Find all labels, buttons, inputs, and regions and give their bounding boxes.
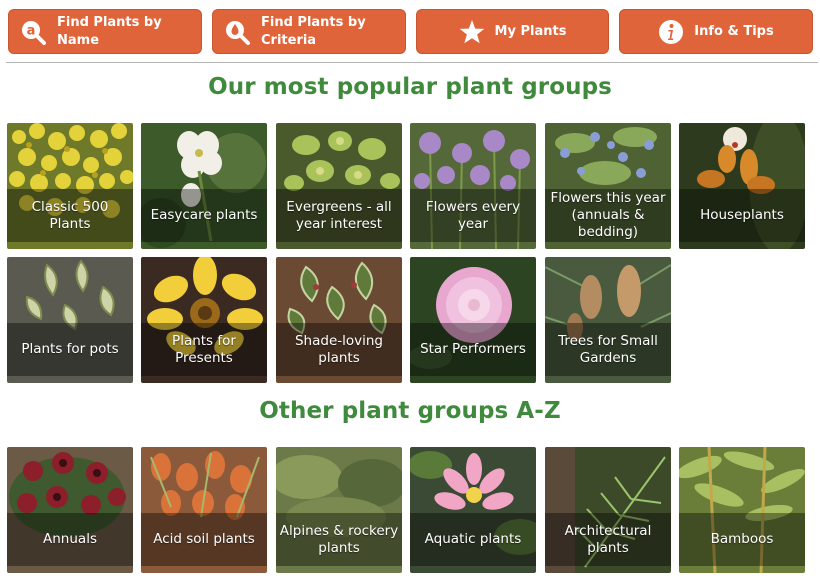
tile-classic-500-plants[interactable]: Classic 500 Plants bbox=[7, 123, 133, 249]
tile-label: Architectural plants bbox=[564, 522, 652, 556]
tile-label-band: Architectural plants bbox=[545, 513, 671, 566]
other-groups-heading: Other plant groups A-Z bbox=[259, 398, 561, 424]
tile-label: Houseplants bbox=[700, 207, 784, 223]
tile-architectural-plants[interactable]: Architectural plants bbox=[545, 447, 671, 573]
tile-trees-for-small-gardens[interactable]: Trees for Small Gardens bbox=[545, 257, 671, 383]
popular-groups-heading: Our most popular plant groups bbox=[208, 74, 612, 100]
find-plants-by-criteria-button[interactable]: Find Plants by Criteria bbox=[212, 9, 406, 54]
tile-label: Star Performers bbox=[420, 341, 526, 357]
tile-label-band: Trees for Small Gardens bbox=[545, 323, 671, 376]
tile-label-band: Houseplants bbox=[679, 189, 805, 242]
tile-flowers-every-year[interactable]: Flowers every year bbox=[410, 123, 536, 249]
my-plants-label: My Plants bbox=[494, 23, 567, 39]
tile-label-band: Easycare plants bbox=[141, 189, 267, 242]
find-plants-by-name-button[interactable]: a Find Plants by Name bbox=[8, 9, 202, 54]
tile-label-band: Acid soil plants bbox=[141, 513, 267, 566]
my-plants-button[interactable]: My Plants bbox=[416, 9, 609, 54]
find-plants-by-name-label: Find Plants by Name bbox=[57, 14, 162, 48]
tile-label-band: Aquatic plants bbox=[410, 513, 536, 566]
tile-bamboos[interactable]: Bamboos bbox=[679, 447, 805, 573]
tile-label: Annuals bbox=[43, 531, 97, 547]
top-nav: a Find Plants by Name Find Plants by Cri… bbox=[0, 0, 820, 62]
tile-easycare-plants[interactable]: Easycare plants bbox=[141, 123, 267, 249]
star-icon bbox=[459, 19, 485, 45]
tile-alpines-rockery-plants[interactable]: Alpines & rockery plants bbox=[276, 447, 402, 573]
divider bbox=[6, 62, 818, 63]
tile-label-band: Bamboos bbox=[679, 513, 805, 566]
tile-label-band: Classic 500 Plants bbox=[7, 189, 133, 242]
svg-text:a: a bbox=[27, 23, 36, 38]
tile-label: Classic 500 Plants bbox=[31, 198, 109, 232]
tile-label: Aquatic plants bbox=[424, 531, 522, 547]
tile-label: Trees for Small Gardens bbox=[558, 332, 658, 366]
tile-label-band: Star Performers bbox=[410, 323, 536, 376]
tile-acid-soil-plants[interactable]: Acid soil plants bbox=[141, 447, 267, 573]
tile-label-band: Shade-loving plants bbox=[276, 323, 402, 376]
tile-label: Easycare plants bbox=[150, 207, 258, 223]
tile-shade-loving-plants[interactable]: Shade-loving plants bbox=[276, 257, 402, 383]
tile-label-band: Annuals bbox=[7, 513, 133, 566]
tile-label-band: Plants for pots bbox=[7, 323, 133, 376]
info-icon bbox=[658, 19, 684, 45]
tile-plants-for-pots[interactable]: Plants for pots bbox=[7, 257, 133, 383]
tile-plants-for-presents[interactable]: Plants for Presents bbox=[141, 257, 267, 383]
info-tips-label: Info & Tips bbox=[694, 23, 774, 39]
info-tips-button[interactable]: Info & Tips bbox=[619, 9, 813, 54]
tile-evergreens[interactable]: Evergreens - all year interest bbox=[276, 123, 402, 249]
tile-aquatic-plants[interactable]: Aquatic plants bbox=[410, 447, 536, 573]
find-plants-by-criteria-label: Find Plants by Criteria bbox=[261, 14, 366, 48]
tile-flowers-this-year[interactable]: Flowers this year (annuals & bedding) bbox=[545, 123, 671, 249]
tile-label-band: Evergreens - all year interest bbox=[276, 189, 402, 242]
tile-label-band: Alpines & rockery plants bbox=[276, 513, 402, 566]
search-a-icon: a bbox=[20, 19, 46, 45]
tile-label-band: Plants for Presents bbox=[141, 323, 267, 376]
tile-label-band: Flowers every year bbox=[410, 189, 536, 242]
tile-label: Acid soil plants bbox=[153, 531, 255, 547]
tile-label: Bamboos bbox=[710, 531, 774, 547]
search-drop-icon bbox=[224, 19, 250, 45]
tile-label-band: Flowers this year (annuals & bedding) bbox=[545, 189, 671, 242]
tile-houseplants[interactable]: Houseplants bbox=[679, 123, 805, 249]
tile-label: Evergreens - all year interest bbox=[286, 198, 392, 232]
tile-star-performers[interactable]: Star Performers bbox=[410, 257, 536, 383]
tile-label: Plants for pots bbox=[21, 341, 119, 357]
tile-label: Flowers this year (annuals & bedding) bbox=[550, 190, 666, 240]
tile-label: Alpines & rockery plants bbox=[279, 522, 399, 556]
tile-label: Shade-loving plants bbox=[294, 332, 384, 366]
tile-label: Flowers every year bbox=[425, 198, 521, 232]
tile-annuals[interactable]: Annuals bbox=[7, 447, 133, 573]
tile-label: Plants for Presents bbox=[172, 332, 236, 366]
